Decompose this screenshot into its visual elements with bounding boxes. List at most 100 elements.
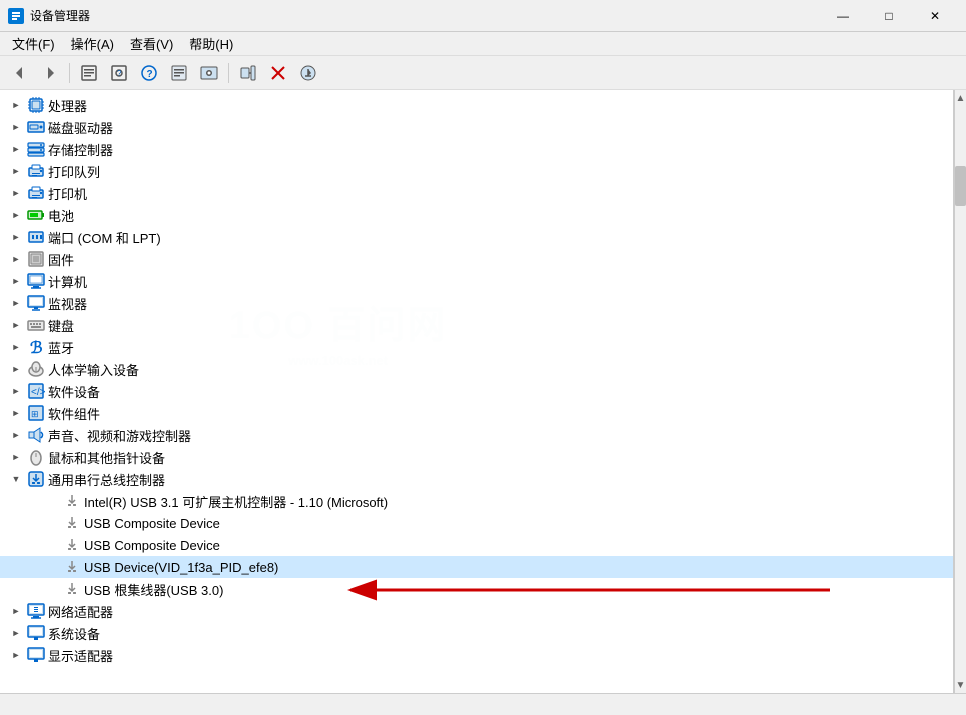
toolbar-sep-2 <box>228 63 229 83</box>
scrollbar-thumb[interactable] <box>955 166 966 206</box>
tree-item-usb-comp2[interactable]: USB Composite Device <box>0 534 953 556</box>
device-label-monitor: 监视器 <box>48 294 87 313</box>
expand-icon-disk-drive[interactable]: ► <box>8 119 24 135</box>
expand-icon-firmware[interactable]: ► <box>8 251 24 267</box>
show-hidden-button[interactable] <box>195 60 223 86</box>
remove-button[interactable] <box>264 60 292 86</box>
tree-item-mouse[interactable]: ► 鼠标和其他指针设备 <box>0 446 953 468</box>
tree-item-firmware[interactable]: ►固件 <box>0 248 953 270</box>
device-icon-display <box>27 646 45 664</box>
expand-icon-usb-comp1[interactable] <box>44 515 60 531</box>
scan-button[interactable] <box>234 60 262 86</box>
window-controls: — □ ✕ <box>820 0 958 32</box>
scrollbar[interactable]: ▲ ▼ <box>954 90 966 693</box>
minimize-button[interactable]: — <box>820 0 866 32</box>
tree-item-usb-device[interactable]: USB Device(VID_1f3a_PID_efe8) <box>0 556 953 578</box>
tree-item-printer[interactable]: ►打印机 <box>0 182 953 204</box>
expand-icon-computer[interactable]: ► <box>8 273 24 289</box>
tree-item-software-comp[interactable]: ►⊞软件组件 <box>0 402 953 424</box>
device-label-port: 端口 (COM 和 LPT) <box>48 228 161 247</box>
close-button[interactable]: ✕ <box>912 0 958 32</box>
device-label-usb-intel: Intel(R) USB 3.1 可扩展主机控制器 - 1.10 (Micros… <box>84 492 388 511</box>
tree-item-usb-intel[interactable]: Intel(R) USB 3.1 可扩展主机控制器 - 1.10 (Micros… <box>0 490 953 512</box>
device-label-network: 网络适配器 <box>48 602 113 621</box>
expand-icon-battery[interactable]: ► <box>8 207 24 223</box>
tree-item-system[interactable]: ►系统设备 <box>0 622 953 644</box>
maximize-button[interactable]: □ <box>866 0 912 32</box>
tree-item-software-dev[interactable]: ► </>软件设备 <box>0 380 953 402</box>
tree-item-hid[interactable]: ►人体学输入设备 <box>0 358 953 380</box>
expand-icon-sound[interactable]: ► <box>8 427 24 443</box>
expand-icon-network[interactable]: ► <box>8 603 24 619</box>
device-label-usb-ctrl: 通用串行总线控制器 <box>48 470 165 489</box>
forward-button[interactable] <box>36 60 64 86</box>
device-label-display: 显示适配器 <box>48 646 113 665</box>
properties-button[interactable] <box>75 60 103 86</box>
device-icon-firmware <box>27 250 45 268</box>
menu-view[interactable]: 查看(V) <box>122 32 181 55</box>
device-label-processor: 处理器 <box>48 96 87 115</box>
device-icon-system <box>27 624 45 642</box>
update-driver-button[interactable]: ? <box>105 60 133 86</box>
expand-icon-software-comp[interactable]: ► <box>8 405 24 421</box>
expand-icon-print-queue[interactable]: ► <box>8 163 24 179</box>
tree-item-network[interactable]: ► 网络适配器 <box>0 600 953 622</box>
expand-icon-keyboard[interactable]: ► <box>8 317 24 333</box>
expand-icon-port[interactable]: ► <box>8 229 24 245</box>
tree-item-disk-drive[interactable]: ►磁盘驱动器 <box>0 116 953 138</box>
svg-text:?: ? <box>147 69 153 80</box>
svg-text:</>: </> <box>31 387 45 398</box>
tree-item-usb-comp1[interactable]: USB Composite Device <box>0 512 953 534</box>
help-button[interactable]: ? <box>135 60 163 86</box>
expand-icon-usb-intel[interactable] <box>44 493 60 509</box>
device-label-usb-hub: USB 根集线器(USB 3.0) <box>84 580 223 599</box>
tree-item-processor[interactable]: ► 处理器 <box>0 94 953 116</box>
expand-icon-printer[interactable]: ► <box>8 185 24 201</box>
tree-item-monitor[interactable]: ► 监视器 <box>0 292 953 314</box>
expand-icon-mouse[interactable]: ► <box>8 449 24 465</box>
expand-icon-bluetooth[interactable]: ► <box>8 339 24 355</box>
install-button[interactable] <box>294 60 322 86</box>
menu-help[interactable]: 帮助(H) <box>181 32 241 55</box>
device-icon-keyboard <box>27 316 45 334</box>
tree-item-bluetooth[interactable]: ►ℬ蓝牙 <box>0 336 953 358</box>
tree-item-display[interactable]: ► 显示适配器 <box>0 644 953 666</box>
tree-item-computer[interactable]: ►计算机 <box>0 270 953 292</box>
expand-icon-storage[interactable]: ► <box>8 141 24 157</box>
device-label-battery: 电池 <box>48 206 74 225</box>
device-label-software-dev: 软件设备 <box>48 382 100 401</box>
device-icon-usb-comp1 <box>63 514 81 532</box>
expand-icon-processor[interactable]: ► <box>8 97 24 113</box>
device-label-usb-device: USB Device(VID_1f3a_PID_efe8) <box>84 560 278 575</box>
app-icon <box>8 8 24 24</box>
tree-item-battery[interactable]: ► 电池 <box>0 204 953 226</box>
tree-item-usb-ctrl[interactable]: ▼ 通用串行总线控制器 <box>0 468 953 490</box>
tree-item-sound[interactable]: ►声音、视频和游戏控制器 <box>0 424 953 446</box>
menu-action[interactable]: 操作(A) <box>63 32 122 55</box>
device-icon-software-comp: ⊞ <box>27 404 45 422</box>
tree-item-usb-hub[interactable]: USB 根集线器(USB 3.0) <box>0 578 953 600</box>
menu-file[interactable]: 文件(F) <box>4 32 63 55</box>
details-button[interactable] <box>165 60 193 86</box>
expand-icon-usb-ctrl[interactable]: ▼ <box>8 471 24 487</box>
svg-text:?: ? <box>117 69 122 78</box>
tree-item-port[interactable]: ► 端口 (COM 和 LPT) <box>0 226 953 248</box>
device-icon-mouse <box>27 448 45 466</box>
device-label-mouse: 鼠标和其他指针设备 <box>48 448 165 467</box>
expand-icon-usb-comp2[interactable] <box>44 537 60 553</box>
window-title: 设备管理器 <box>30 7 820 24</box>
toolbar: ? ? <box>0 56 966 90</box>
tree-item-print-queue[interactable]: ►打印队列 <box>0 160 953 182</box>
expand-icon-usb-device[interactable] <box>44 559 60 575</box>
expand-icon-software-dev[interactable]: ► <box>8 383 24 399</box>
expand-icon-display[interactable]: ► <box>8 647 24 663</box>
back-button[interactable] <box>6 60 34 86</box>
tree-item-keyboard[interactable]: ►键盘 <box>0 314 953 336</box>
tree-item-storage[interactable]: ►存储控制器 <box>0 138 953 160</box>
device-label-usb-comp1: USB Composite Device <box>84 516 220 531</box>
expand-icon-usb-hub[interactable] <box>44 581 60 597</box>
device-icon-software-dev: </> <box>27 382 45 400</box>
expand-icon-hid[interactable]: ► <box>8 361 24 377</box>
expand-icon-monitor[interactable]: ► <box>8 295 24 311</box>
expand-icon-system[interactable]: ► <box>8 625 24 641</box>
